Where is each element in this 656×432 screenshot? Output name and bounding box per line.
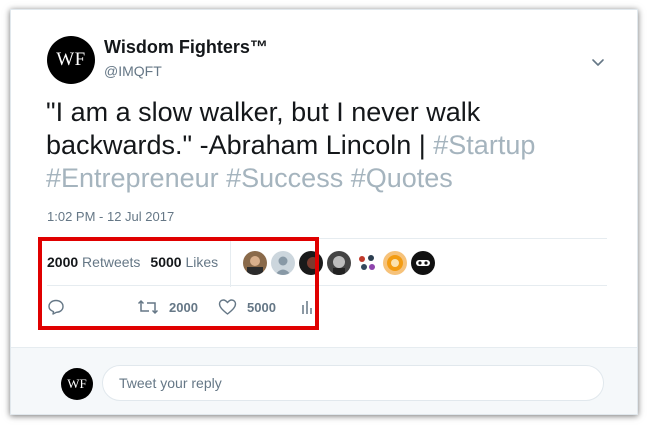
tweet-timestamp[interactable]: 1:02 PM - 12 Jul 2017	[47, 209, 174, 224]
hashtag-link[interactable]: #Success	[226, 163, 343, 193]
hashtag-link[interactable]: #Startup	[433, 130, 535, 160]
tweet-card: WF Wisdom Fighters™ @IMQFT "I am a slow …	[10, 9, 638, 415]
tweet-body: "I am a slow walker, but I never walk ba…	[46, 97, 481, 160]
highlight-box	[38, 237, 319, 330]
tweet-text: "I am a slow walker, but I never walk ba…	[46, 96, 616, 195]
liker-avatar[interactable]	[327, 251, 351, 275]
caret-down-icon[interactable]	[589, 53, 607, 71]
liker-avatar[interactable]	[355, 251, 379, 275]
hashtag-link[interactable]: #Quotes	[351, 163, 453, 193]
author-display-name[interactable]: Wisdom Fighters™	[104, 37, 268, 58]
reply-bar: WF	[11, 347, 637, 414]
reply-input[interactable]	[102, 365, 604, 401]
liker-avatar[interactable]	[411, 251, 435, 275]
reply-avatar: WF	[61, 368, 93, 400]
author-handle[interactable]: @IMQFT	[104, 63, 162, 79]
liker-avatar[interactable]	[383, 251, 407, 275]
hashtag-link[interactable]: #Entrepreneur	[46, 163, 219, 193]
author-avatar[interactable]: WF	[47, 36, 95, 84]
